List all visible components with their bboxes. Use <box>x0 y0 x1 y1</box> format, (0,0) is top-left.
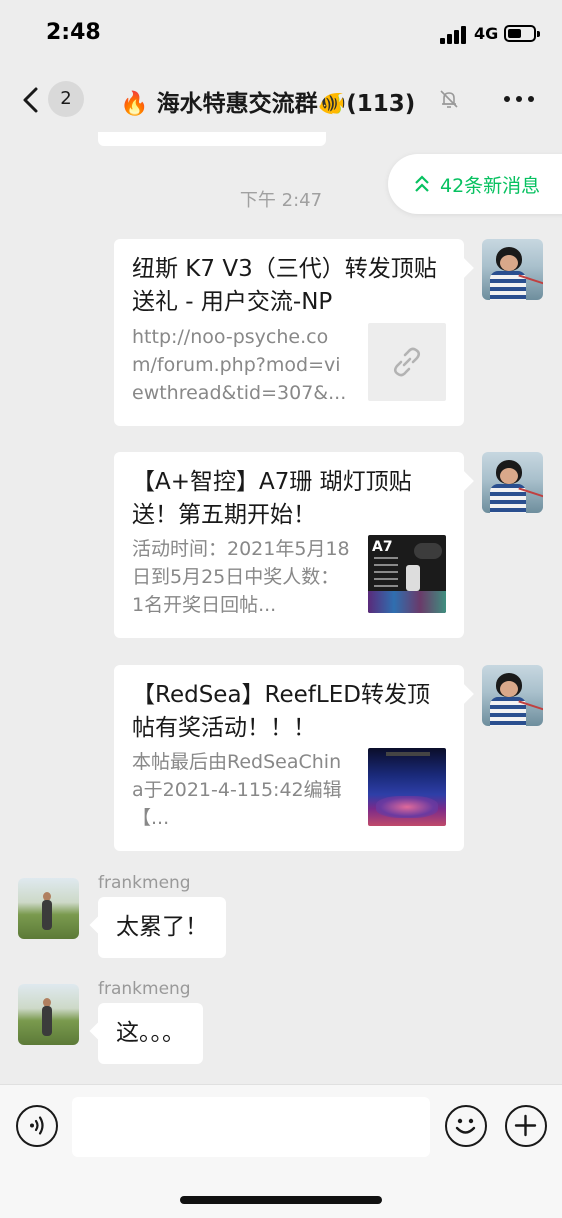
thumbnail-label: A7 <box>372 539 393 555</box>
battery-icon <box>504 25 540 42</box>
avatar[interactable] <box>18 984 79 1045</box>
status-time: 2:48 <box>46 20 101 45</box>
nav-bar: 2 🔥 海水特惠交流群🐠(113) <box>0 66 562 132</box>
new-messages-label: 42条新消息 <box>440 175 541 197</box>
mute-icon <box>440 90 458 108</box>
new-messages-button[interactable]: 42条新消息 <box>388 154 562 214</box>
voice-icon <box>30 1116 44 1135</box>
voice-button[interactable] <box>16 1105 58 1147</box>
plus-button[interactable] <box>505 1105 547 1147</box>
signal-icon <box>440 26 468 44</box>
sender-name: frankmeng <box>98 979 191 999</box>
status-bar: 2:48 4G <box>0 0 562 66</box>
chat-area[interactable]: 下午 2:47 42条新消息 纽斯 K7 V3（三代）转发顶贴送礼 - 用户交流… <box>0 132 562 1084</box>
link-card-title: 【RedSea】ReefLED转发顶帖有奖活动！！！ <box>132 682 430 741</box>
link-card-thumbnail <box>368 323 446 401</box>
avatar[interactable] <box>18 878 79 939</box>
home-indicator <box>180 1196 382 1204</box>
link-card-desc: 本帖最后由RedSeaChina于2021-4-115:42编辑【... <box>132 751 342 829</box>
link-card-thumbnail <box>368 748 446 826</box>
unread-count-badge[interactable]: 2 <box>48 81 84 117</box>
link-card-thumbnail: A7 <box>368 535 446 613</box>
link-card-title: 纽斯 K7 V3（三代）转发顶贴送礼 - 用户交流-NP <box>132 256 437 315</box>
message-text: 太累了！ <box>116 914 208 940</box>
emoji-button[interactable] <box>445 1105 487 1147</box>
more-icon[interactable] <box>504 96 534 102</box>
link-card-desc: http://noo-psyche.com/forum.php?mod=view… <box>132 326 347 404</box>
link-card-desc: 活动时间：2021年5月18日到5月25日中奖人数：1名开奖日回帖... <box>132 538 350 616</box>
link-card[interactable]: 【RedSea】ReefLED转发顶帖有奖活动！！！ 本帖最后由RedSeaCh… <box>114 665 474 851</box>
sender-name: frankmeng <box>98 873 191 893</box>
back-icon[interactable] <box>18 86 46 114</box>
chat-title[interactable]: 🔥 海水特惠交流群🐠(113) <box>120 84 415 118</box>
previous-message-bubble <box>98 132 326 146</box>
network-label: 4G <box>474 24 499 43</box>
message-bubble[interactable]: 这。。。 <box>89 1003 203 1064</box>
link-card-title: 【A+智控】A7珊 瑚灯顶贴送！第五期开始！ <box>132 469 412 528</box>
message-input[interactable] <box>72 1097 430 1157</box>
link-icon <box>393 347 421 377</box>
message-bubble[interactable]: 太累了！ <box>89 897 226 958</box>
avatar[interactable] <box>482 665 543 726</box>
avatar[interactable] <box>482 452 543 513</box>
emoji-icon <box>455 1118 476 1134</box>
link-card[interactable]: 【A+智控】A7珊 瑚灯顶贴送！第五期开始！ 活动时间：2021年5月18日到5… <box>114 452 474 638</box>
link-card[interactable]: 纽斯 K7 V3（三代）转发顶贴送礼 - 用户交流-NP http://noo-… <box>114 239 474 426</box>
double-chevron-up-icon <box>415 175 429 192</box>
avatar[interactable] <box>482 239 543 300</box>
message-text: 这。。。 <box>116 1020 185 1046</box>
plus-icon <box>514 1114 537 1137</box>
